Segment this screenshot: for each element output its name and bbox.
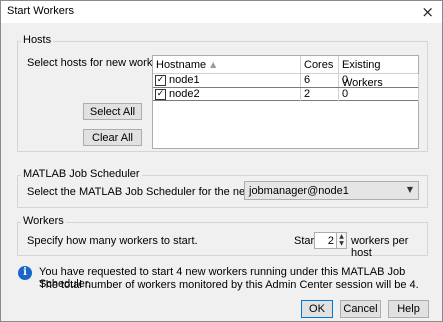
ok-button[interactable]: OK [301, 300, 333, 318]
scheduler-selected-value: jobmanager@node1 [249, 185, 349, 197]
close-icon[interactable]: × [421, 3, 434, 21]
help-button[interactable]: Help [388, 300, 429, 318]
clear-all-button[interactable]: Clear All [83, 129, 142, 146]
info-icon: i [18, 266, 32, 280]
sort-ascending-icon: ▲ [210, 60, 217, 69]
hosts-group-title: Hosts [21, 34, 54, 46]
existing-workers-cell: 0 [339, 88, 419, 101]
info-message-line2: The total number of workers monitored by… [39, 279, 419, 291]
column-header-existing-workers[interactable]: Existing Workers [339, 56, 419, 89]
column-header-hostname[interactable]: Hostname ▲ [153, 56, 301, 74]
cores-cell: 6 [301, 74, 339, 87]
hostname-cell: ✓ node1 [153, 74, 301, 87]
decrement-icon[interactable]: ▼ [336, 240, 346, 248]
hostname-cell: ✓ node2 [153, 88, 301, 101]
workers-prompt: Specify how many workers to start. [27, 235, 198, 247]
hosts-table: Hostname ▲ Cores Existing Workers ✓ node1… [152, 55, 419, 149]
select-all-button[interactable]: Select All [83, 103, 142, 120]
hostname-value: node1 [169, 74, 200, 86]
cores-cell: 2 [301, 88, 339, 101]
table-row[interactable]: ✓ node2 2 0 [153, 87, 419, 101]
scheduler-group: MATLAB Job Scheduler Select the MATLAB J… [17, 168, 428, 208]
hosts-prompt: Select hosts for new workers. [27, 57, 171, 69]
workers-count-value[interactable]: 2 [328, 235, 334, 247]
table-header: Hostname ▲ Cores Existing Workers [153, 56, 419, 89]
cancel-button[interactable]: Cancel [340, 300, 381, 318]
host-checkbox[interactable]: ✓ [155, 75, 166, 86]
table-row[interactable]: ✓ node1 6 0 [153, 74, 419, 87]
hostname-value: node2 [169, 88, 200, 100]
workers-count-stepper[interactable]: 2 ▲ ▼ [314, 232, 347, 249]
title-bar: Start Workers × [1, 1, 442, 23]
chevron-down-icon[interactable]: ▼ [407, 185, 413, 194]
column-header-cores[interactable]: Cores [301, 56, 339, 74]
per-host-label: workers per host [351, 235, 409, 259]
workers-group-title: Workers [21, 215, 66, 227]
window-title: Start Workers [7, 5, 75, 17]
start-workers-dialog: Start Workers × Hosts Select hosts for n… [0, 0, 443, 322]
hosts-group: Hosts Select hosts for new workers. Sele… [17, 34, 428, 152]
scheduler-group-title: MATLAB Job Scheduler [21, 168, 142, 180]
host-checkbox[interactable]: ✓ [155, 89, 166, 100]
existing-workers-cell: 0 [339, 74, 419, 87]
scheduler-dropdown[interactable]: jobmanager@node1 ▼ [244, 181, 419, 200]
workers-group: Workers Specify how many workers to star… [17, 215, 428, 259]
column-header-label: Hostname [156, 59, 207, 71]
